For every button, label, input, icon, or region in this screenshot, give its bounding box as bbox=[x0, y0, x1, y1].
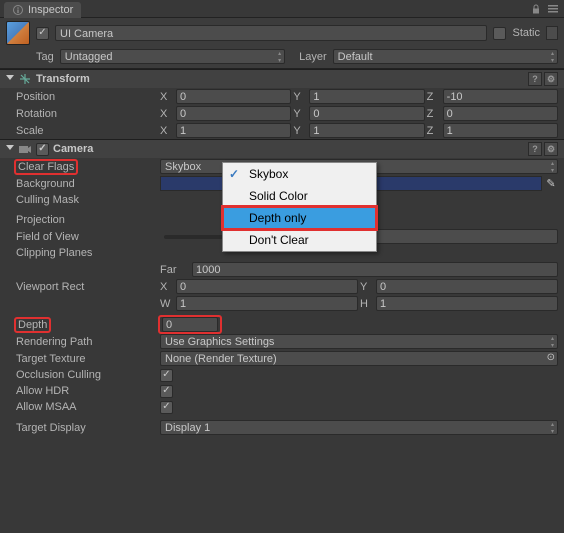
lock-icon[interactable] bbox=[530, 3, 542, 15]
clear-flags-popup: Skybox Solid Color Depth only Don't Clea… bbox=[222, 162, 377, 252]
target-display-row: Target Display Display 1 bbox=[0, 419, 564, 436]
camera-header[interactable]: Camera ? ⚙ bbox=[0, 140, 564, 158]
position-label: Position bbox=[6, 91, 156, 103]
panel-menu-icon[interactable] bbox=[546, 3, 560, 15]
rendering-path-dropdown[interactable]: Use Graphics Settings bbox=[160, 334, 558, 349]
scale-row: Scale X1 Y1 Z1 bbox=[0, 122, 564, 139]
hdr-checkbox[interactable] bbox=[160, 385, 173, 398]
scale-y[interactable]: 1 bbox=[309, 123, 424, 138]
transform-title: Transform bbox=[36, 73, 90, 85]
hdr-row: Allow HDR bbox=[0, 383, 564, 399]
gameobject-icon[interactable] bbox=[6, 21, 30, 45]
occlusion-checkbox[interactable] bbox=[160, 369, 173, 382]
camera-icon bbox=[18, 142, 32, 156]
target-texture-row: Target Texture None (Render Texture) bbox=[0, 350, 564, 367]
position-row: Position X0 Y1 Z-10 bbox=[0, 88, 564, 105]
tag-layer-row: Tag Untagged Layer Default bbox=[0, 47, 564, 69]
help-button[interactable]: ? bbox=[528, 72, 542, 86]
object-enabled-checkbox[interactable] bbox=[36, 27, 49, 40]
static-label: Static bbox=[512, 27, 540, 39]
clipping-planes-label: Clipping Planes bbox=[6, 247, 156, 259]
transform-header[interactable]: Transform ? ⚙ bbox=[0, 70, 564, 88]
projection-label: Projection bbox=[6, 214, 156, 226]
viewport-rect-row2: W1 H1 bbox=[0, 295, 564, 312]
viewport-rect-row: Viewport Rect X0 Y0 bbox=[0, 278, 564, 295]
camera-component: Camera ? ⚙ Clear Flags Skybox Background… bbox=[0, 139, 564, 436]
layer-dropdown[interactable]: Default bbox=[333, 49, 558, 64]
foldout-icon bbox=[6, 145, 14, 154]
camera-title: Camera bbox=[53, 143, 93, 155]
depth-field[interactable]: 0 bbox=[162, 317, 218, 332]
occlusion-row: Occlusion Culling bbox=[0, 367, 564, 383]
depth-label: Depth bbox=[16, 319, 49, 331]
viewport-rect-label: Viewport Rect bbox=[6, 281, 156, 293]
inspector-titlebar: Inspector bbox=[0, 0, 564, 18]
rendering-path-label: Rendering Path bbox=[6, 336, 156, 348]
viewport-y[interactable]: 0 bbox=[376, 279, 558, 294]
tag-dropdown[interactable]: Untagged bbox=[60, 49, 285, 64]
scale-x[interactable]: 1 bbox=[176, 123, 291, 138]
transform-icon bbox=[18, 72, 32, 86]
rotation-label: Rotation bbox=[6, 108, 156, 120]
popup-item-dont-clear[interactable]: Don't Clear bbox=[223, 229, 376, 251]
msaa-row: Allow MSAA bbox=[0, 399, 564, 415]
target-texture-field[interactable]: None (Render Texture) bbox=[160, 351, 558, 366]
far-label: Far bbox=[160, 264, 190, 276]
rotation-x[interactable]: 0 bbox=[176, 106, 291, 121]
info-icon bbox=[12, 4, 24, 16]
popup-item-depth-only[interactable]: Depth only bbox=[223, 207, 376, 229]
clipping-far-field[interactable]: 1000 bbox=[192, 262, 558, 277]
foldout-icon bbox=[6, 75, 14, 84]
viewport-x[interactable]: 0 bbox=[176, 279, 358, 294]
tag-label: Tag bbox=[36, 51, 54, 63]
hdr-label: Allow HDR bbox=[6, 385, 156, 397]
static-dropdown-arrow[interactable] bbox=[546, 26, 558, 40]
target-texture-label: Target Texture bbox=[6, 353, 156, 365]
clipping-far-row: Far 1000 bbox=[0, 261, 564, 278]
object-name-field[interactable]: UI Camera bbox=[55, 25, 487, 41]
culling-mask-label: Culling Mask bbox=[6, 194, 156, 206]
viewport-w[interactable]: 1 bbox=[176, 296, 358, 311]
scale-z[interactable]: 1 bbox=[443, 123, 558, 138]
transform-component: Transform ? ⚙ Position X0 Y1 Z-10 Rotati… bbox=[0, 69, 564, 139]
object-header: UI Camera Static bbox=[0, 18, 564, 47]
inspector-tab[interactable]: Inspector bbox=[4, 2, 81, 18]
msaa-label: Allow MSAA bbox=[6, 401, 156, 413]
camera-enabled-checkbox[interactable] bbox=[36, 143, 49, 156]
background-label: Background bbox=[6, 178, 156, 190]
popup-item-solid-color[interactable]: Solid Color bbox=[223, 185, 376, 207]
target-display-dropdown[interactable]: Display 1 bbox=[160, 420, 558, 435]
clear-flags-label: Clear Flags bbox=[16, 161, 76, 173]
eyedropper-icon[interactable]: ✎ bbox=[544, 176, 558, 191]
fov-value[interactable]: 60 bbox=[360, 229, 558, 244]
static-checkbox[interactable] bbox=[493, 27, 506, 40]
scale-label: Scale bbox=[6, 125, 156, 137]
rotation-row: Rotation X0 Y0 Z0 bbox=[0, 105, 564, 122]
occlusion-label: Occlusion Culling bbox=[6, 369, 156, 381]
rotation-z[interactable]: 0 bbox=[443, 106, 558, 121]
rotation-y[interactable]: 0 bbox=[309, 106, 424, 121]
position-x[interactable]: 0 bbox=[176, 89, 291, 104]
rendering-path-row: Rendering Path Use Graphics Settings bbox=[0, 333, 564, 350]
layer-label: Layer bbox=[299, 51, 327, 63]
inspector-tab-label: Inspector bbox=[28, 4, 73, 16]
viewport-h[interactable]: 1 bbox=[376, 296, 558, 311]
position-y[interactable]: 1 bbox=[309, 89, 424, 104]
depth-row: Depth 0 bbox=[0, 316, 564, 333]
popup-item-skybox[interactable]: Skybox bbox=[223, 163, 376, 185]
help-button[interactable]: ? bbox=[528, 142, 542, 156]
position-z[interactable]: -10 bbox=[443, 89, 558, 104]
target-display-label: Target Display bbox=[6, 422, 156, 434]
gear-icon[interactable]: ⚙ bbox=[544, 72, 558, 86]
fov-label: Field of View bbox=[6, 231, 156, 243]
msaa-checkbox[interactable] bbox=[160, 401, 173, 414]
gear-icon[interactable]: ⚙ bbox=[544, 142, 558, 156]
